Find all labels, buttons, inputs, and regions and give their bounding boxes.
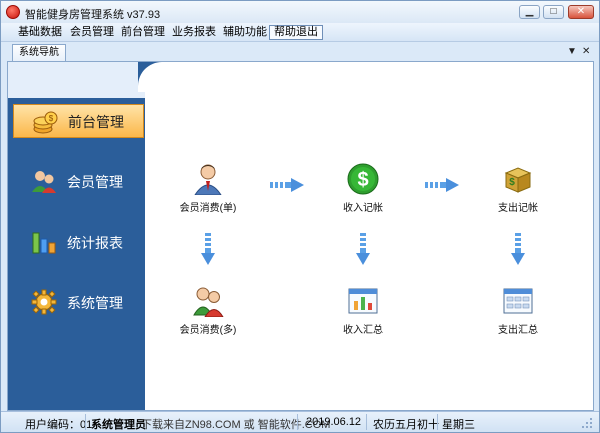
gear-icon — [31, 289, 57, 315]
menu-auxiliary-functions[interactable]: 辅助功能 — [219, 25, 271, 40]
sidebar-item-label: 系统管理 — [67, 295, 123, 311]
node-member-single-consume[interactable]: 会员消费(单) — [173, 163, 243, 214]
node-label: 会员消费(多) — [179, 325, 237, 336]
arrow-right-icon — [425, 178, 459, 192]
sidebar-item-statistics[interactable]: 统计报表 — [13, 225, 144, 259]
close-window-button[interactable]: ✕ — [568, 5, 594, 19]
bar-chart-icon — [32, 232, 56, 254]
node-label: 收入记帐 — [343, 203, 383, 214]
status-lunar-date: 农历五月初十 — [373, 419, 439, 431]
node-label: 支出汇总 — [498, 325, 538, 336]
minimize-button[interactable]: ▁ — [519, 5, 540, 19]
panel-dropdown-icon[interactable]: ▼ — [567, 46, 577, 57]
resize-grip-icon[interactable] — [580, 416, 594, 430]
node-label: 支出记帐 — [498, 203, 538, 214]
arrow-down-icon — [511, 233, 525, 265]
panel-close-icon[interactable]: ✕ — [582, 46, 590, 57]
app-window: 智能健身房管理系统 v37.93 ▁ □ ✕ 基础数据 会员管理 前台管理 业务… — [0, 0, 600, 433]
members-multi-icon — [193, 287, 224, 317]
expense-summary-icon — [503, 288, 533, 314]
node-income-entry[interactable]: $ 收入记帐 — [328, 163, 398, 214]
sidebar-item-members[interactable]: 会员管理 — [13, 164, 144, 198]
dollar-icon: $ — [347, 163, 379, 195]
node-income-summary[interactable]: 收入汇总 — [328, 285, 398, 336]
sidebar-item-system[interactable]: 系统管理 — [13, 285, 144, 319]
node-expense-summary[interactable]: 支出汇总 — [483, 285, 553, 336]
window-title: 智能健身房管理系统 v37.93 — [25, 9, 161, 21]
members-icon — [32, 171, 56, 193]
tab-system-navigation[interactable]: 系统导航 — [12, 44, 66, 61]
member-single-icon — [194, 164, 222, 195]
app-logo-icon — [6, 5, 20, 19]
node-member-multi-consume[interactable]: 会员消费(多) — [173, 285, 243, 336]
coins-icon: $ — [33, 111, 58, 134]
arrow-right-icon — [270, 178, 304, 192]
arrow-down-icon — [201, 233, 215, 265]
node-expense-entry[interactable]: $ 支出记帐 — [483, 163, 553, 214]
svg-text:$: $ — [49, 114, 54, 123]
menu-business-reports[interactable]: 业务报表 — [168, 25, 220, 40]
node-label: 收入汇总 — [343, 325, 383, 336]
sidebar-item-label: 会员管理 — [67, 174, 123, 190]
money-box-icon: $ — [504, 167, 532, 193]
svg-text:$: $ — [509, 177, 515, 188]
panel-header: 系统导航 ▼ ✕ — [7, 44, 593, 61]
status-user-code: 用户编码：01 — [25, 419, 93, 431]
sidebar-item-label: 统计报表 — [67, 235, 123, 251]
menu-bar: 基础数据 会员管理 前台管理 业务报表 辅助功能 帮助退出 — [1, 23, 599, 42]
income-summary-icon — [348, 288, 378, 314]
status-weekday: 星期三 — [442, 419, 475, 431]
title-bar[interactable]: 智能健身房管理系统 v37.93 ▁ □ ✕ — [1, 1, 599, 23]
menu-member-management[interactable]: 会员管理 — [66, 25, 118, 40]
node-label: 会员消费(单) — [179, 203, 237, 214]
arrow-down-icon — [356, 233, 370, 265]
maximize-button[interactable]: □ — [543, 5, 564, 19]
menu-front-desk[interactable]: 前台管理 — [117, 25, 169, 40]
status-date: 2019.06.12 — [306, 416, 362, 428]
menu-help-exit[interactable]: 帮助退出 — [269, 25, 323, 40]
status-watermark: 下载来自ZN98.COM 或 智能软件.COM — [141, 419, 331, 431]
status-bar: 用户编码：01 系统管理员 下载来自ZN98.COM 或 智能软件.COM 20… — [1, 411, 599, 432]
status-operator: 系统管理员 — [91, 419, 146, 431]
svg-text:$: $ — [357, 169, 368, 191]
sidebar-item-label: 前台管理 — [68, 114, 124, 130]
sidebar-item-front-desk[interactable]: $ 前台管理 — [13, 104, 144, 138]
menu-basic-data[interactable]: 基础数据 — [14, 25, 66, 40]
